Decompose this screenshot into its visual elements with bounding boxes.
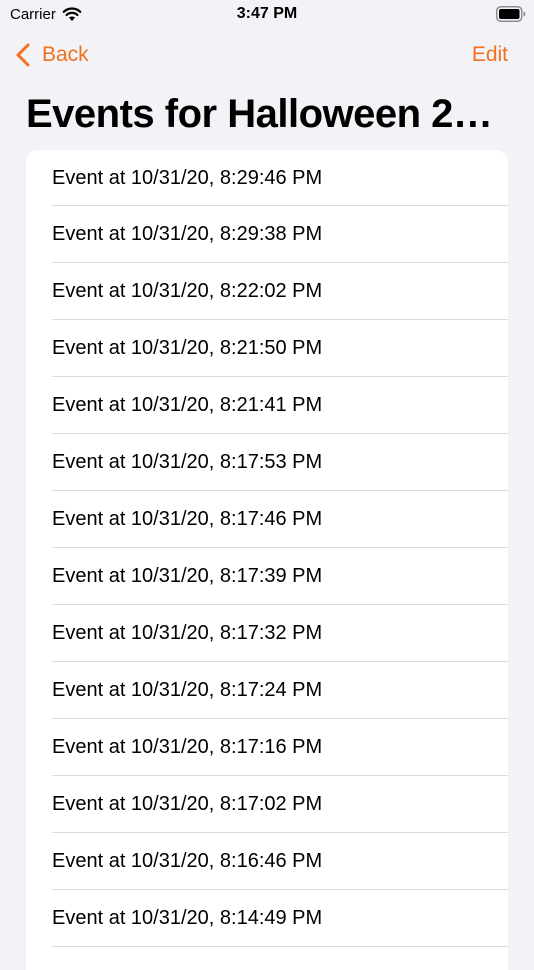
- event-list: Event at 10/31/20, 8:29:46 PM Event at 10…: [26, 150, 508, 970]
- event-row[interactable]: Event at 10/31/20, 8:22:02 PM: [26, 263, 508, 320]
- edit-button[interactable]: Edit: [472, 40, 508, 70]
- back-button[interactable]: Back: [16, 40, 89, 70]
- event-row[interactable]: Event at 10/31/20, 8:14:49 PM: [26, 890, 508, 947]
- event-row[interactable]: Event at 10/31/20, 8:29:38 PM: [26, 206, 508, 263]
- event-row[interactable]: Event at 10/31/20, 8:21:41 PM: [26, 377, 508, 434]
- navigation-bar: Back Edit: [0, 30, 534, 80]
- event-row[interactable]: Event at 10/31/20, 8:17:46 PM: [26, 491, 508, 548]
- event-row[interactable]: Event at 10/31/20, 8:17:16 PM: [26, 719, 508, 776]
- event-row[interactable]: Event at 10/31/20, 8:17:53 PM: [26, 434, 508, 491]
- status-bar: Carrier 3:47 PM: [0, 0, 534, 30]
- event-row[interactable]: Event at 10/31/20, 8:17:39 PM: [26, 548, 508, 605]
- event-row[interactable]: Event at 10/31/20, 8:29:46 PM: [26, 150, 508, 206]
- chevron-left-icon: [16, 43, 30, 67]
- event-row[interactable]: Event at 10/31/20, 8:16:46 PM: [26, 833, 508, 890]
- event-row[interactable]: Event at 10/31/20, 8:21:50 PM: [26, 320, 508, 377]
- event-row[interactable]: Event at 10/31/20, 8:17:32 PM: [26, 605, 508, 662]
- battery-icon: [496, 6, 526, 22]
- back-button-label: Back: [42, 43, 89, 66]
- event-row[interactable]: Event at 10/31/20, 8:17:24 PM: [26, 662, 508, 719]
- page-title: Events for Halloween 2…: [26, 92, 493, 136]
- event-row[interactable]: Event at 10/31/20, 8:17:02 PM: [26, 776, 508, 833]
- status-time: 3:47 PM: [236, 5, 298, 22]
